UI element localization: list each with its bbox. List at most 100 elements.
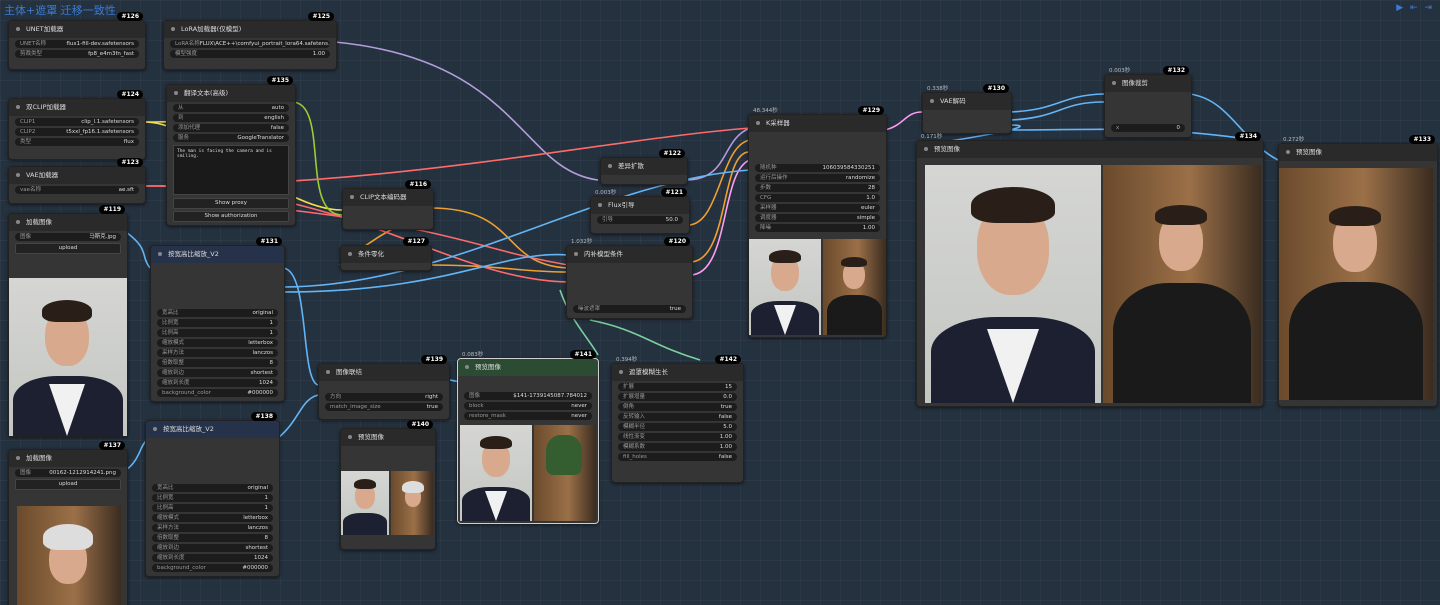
widget-denoise[interactable]: 降噪 1.00 — [755, 224, 880, 232]
widget-bg-color[interactable]: background_color #000000 — [152, 564, 273, 572]
collapse-dot-icon[interactable] — [1112, 81, 1116, 85]
widget-scale-side[interactable]: 缩放到边 shortest — [152, 544, 273, 552]
widget-method[interactable]: 采样方法 lanczos — [157, 349, 278, 357]
widget-aspect[interactable]: 宽高比 original — [157, 309, 278, 317]
node-mask-grow-blur[interactable]: 0.394秒 #142 遮罩模糊生长 扩展 15 扩展增量 0.0 倒角 true 反… — [611, 355, 744, 483]
collapse-dot-icon[interactable] — [1286, 150, 1290, 154]
widget-guidance[interactable]: 引导 50.0 — [597, 216, 683, 224]
collapse-dot-icon[interactable] — [348, 252, 352, 256]
widget-x[interactable]: x0 — [1111, 124, 1185, 132]
widget-ratio-w[interactable]: 比例宽 1 — [157, 319, 278, 327]
widget-weight-dtype[interactable]: 剪裁类型 fp8_e4m3fn_fast — [15, 50, 139, 58]
node-preview-image-140[interactable]: #140 预览图像 — [340, 420, 436, 550]
widget-scale-length[interactable]: 缩放到长度 1024 — [152, 554, 273, 562]
node-load-image-subject[interactable]: #119 加载图像 图像 马斯克.jpg upload — [8, 205, 128, 437]
widget-control-after[interactable]: 运行后操作 randomize — [755, 174, 880, 182]
show-proxy-button[interactable]: Show proxy — [173, 198, 289, 209]
node-inpaint-model-conditioning[interactable]: 1.032秒 #120 内补模型条件 噪波遮罩 true — [566, 237, 693, 319]
collapse-dot-icon[interactable] — [619, 370, 623, 374]
widget-image[interactable]: 图像 马斯克.jpg — [15, 233, 121, 241]
widget-unet-name[interactable]: UNET名称 flux1-fill-dev.safetensors — [15, 40, 139, 48]
collapse-dot-icon[interactable] — [574, 252, 578, 256]
widget-clip1[interactable]: CLIP1 clip_l.1.safetensors — [15, 118, 139, 126]
widget-ratio-h[interactable]: 比例高 1 — [157, 329, 278, 337]
widget-blur-radius[interactable]: 模糊半径 5.0 — [618, 423, 737, 431]
widget-scheduler[interactable]: 调度器 simple — [755, 214, 880, 222]
widget-strength[interactable]: 模型强度 1.00 — [170, 50, 330, 58]
workflow-canvas[interactable]: 主体+遮罩 迁移一致性 ▶ ⇤ ⇥ #126 UNET加载器 UNET名称 fl… — [0, 0, 1440, 605]
collapse-dot-icon[interactable] — [465, 365, 469, 369]
widget-expand-increment[interactable]: 扩展增量 0.0 — [618, 393, 737, 401]
collapse-dot-icon[interactable] — [171, 27, 175, 31]
node-image-crop[interactable]: 0.003秒 #132 图像裁剪 x0 — [1104, 66, 1192, 138]
widget-scale-mode[interactable]: 缩放模式 letterbox — [157, 339, 278, 347]
widget-scale-side[interactable]: 缩放到边 shortest — [157, 369, 278, 377]
collapse-dot-icon[interactable] — [16, 27, 20, 31]
node-preview-image-133[interactable]: 0.272秒 #133 预览图像 — [1278, 135, 1438, 407]
widget-from[interactable]: 从 auto — [173, 104, 289, 112]
widget-expand[interactable]: 扩展 15 — [618, 383, 737, 391]
node-scale-by-aspect-138[interactable]: #138 按宽高比缩放_V2 宽高比 original 比例宽 1 比例高 1 缩放模… — [145, 412, 280, 577]
collapse-dot-icon[interactable] — [930, 99, 934, 103]
show-authorization-button[interactable]: Show authorization — [173, 211, 289, 222]
collapse-dot-icon[interactable] — [326, 370, 330, 374]
widget-sampler[interactable]: 采样器 euler — [755, 204, 880, 212]
widget-method[interactable]: 采样方法 lanczos — [152, 524, 273, 532]
widget-tapered[interactable]: 倒角 true — [618, 403, 737, 411]
widget-decay[interactable]: 模糊系数 1.00 — [618, 443, 737, 451]
queue-controls-icon[interactable]: ▶ ⇤ ⇥ — [1396, 3, 1434, 13]
node-unet-loader[interactable]: #126 UNET加载器 UNET名称 flux1-fill-dev.safete… — [8, 12, 146, 70]
node-image-concat[interactable]: #139 图像联结 方向 right match_image_size true — [318, 355, 450, 420]
collapse-dot-icon[interactable] — [598, 203, 602, 207]
prompt-textarea[interactable]: The man is facing the camera and is smil… — [173, 145, 289, 195]
upload-button[interactable]: upload — [15, 479, 121, 490]
widget-vae-name[interactable]: vae名称 ae.sft — [15, 186, 139, 194]
collapse-dot-icon[interactable] — [174, 91, 178, 95]
node-dual-clip-loader[interactable]: #124 双CLIP加载器 CLIP1 clip_l.1.safetensors … — [8, 90, 146, 160]
node-ksampler[interactable]: 48.344秒 #129 K采样器 随机种 106039584330251 运行后… — [748, 106, 887, 338]
node-flux-guidance[interactable]: 0.003秒 #121 Flux引导 引导 50.0 — [590, 188, 690, 234]
widget-round[interactable]: 倍数取整 8 — [157, 359, 278, 367]
widget-bg-color[interactable]: background_color #000000 — [157, 389, 278, 397]
widget-steps[interactable]: 步数 28 — [755, 184, 880, 192]
widget-round[interactable]: 倍数取整 8 — [152, 534, 273, 542]
widget-add-proxy[interactable]: 添加代理 false — [173, 124, 289, 132]
node-vae-decode[interactable]: 0.338秒 #130 VAE解码 — [922, 84, 1012, 134]
node-load-image-scene[interactable]: #137 加载图像 图像 00162-1212914241.png upload — [8, 441, 128, 605]
node-conditioning-zero[interactable]: #127 条件零化 — [340, 237, 432, 271]
upload-button[interactable]: upload — [15, 243, 121, 254]
widget-image[interactable]: 图像 $141-1739145087.784012 — [464, 392, 592, 400]
widget-invert[interactable]: 反转输入 false — [618, 413, 737, 421]
widget-type[interactable]: 类型 flux — [15, 138, 139, 146]
collapse-dot-icon[interactable] — [756, 121, 760, 125]
widget-ratio-h[interactable]: 比例高 1 — [152, 504, 273, 512]
widget-image[interactable]: 图像 00162-1212914241.png — [15, 469, 121, 477]
widget-restore-mask[interactable]: restore_mask never — [464, 412, 592, 420]
node-preview-bridge-141[interactable]: 0.083秒 #141 预览图像 图像 $141-1739145087.78401… — [457, 350, 599, 524]
widget-seed[interactable]: 随机种 106039584330251 — [755, 164, 880, 172]
collapse-dot-icon[interactable] — [16, 173, 20, 177]
collapse-dot-icon[interactable] — [348, 435, 352, 439]
widget-clip2[interactable]: CLIP2 t5xxl_fp16.1.safetensors — [15, 128, 139, 136]
widget-lerp[interactable]: 线性渐变 1.00 — [618, 433, 737, 441]
widget-ratio-w[interactable]: 比例宽 1 — [152, 494, 273, 502]
widget-scale-length[interactable]: 缩放到长度 1024 — [157, 379, 278, 387]
collapse-dot-icon[interactable] — [153, 427, 157, 431]
node-scale-by-aspect-131[interactable]: #131 按宽高比缩放_V2 宽高比 original 比例宽 1 比例高 1 缩放模… — [150, 237, 285, 402]
collapse-dot-icon[interactable] — [608, 164, 612, 168]
widget-to[interactable]: 到 english — [173, 114, 289, 122]
node-vae-loader[interactable]: #123 VAE加载器 vae名称 ae.sft — [8, 158, 146, 204]
node-lora-loader[interactable]: #125 LoRA加载器(仅模型) LoRA名称 FLUX\ACE++\comfy… — [163, 12, 337, 70]
widget-noise-mask[interactable]: 噪波遮罩 true — [573, 305, 686, 313]
node-differential-diffusion[interactable]: #122 差异扩散 — [600, 149, 688, 185]
widget-service[interactable]: 服务 GoogleTranslator — [173, 134, 289, 142]
collapse-dot-icon[interactable] — [924, 147, 928, 151]
collapse-dot-icon[interactable] — [16, 105, 20, 109]
widget-scale-mode[interactable]: 缩放模式 letterbox — [152, 514, 273, 522]
node-translate-text[interactable]: #135 翻译文本(高级) 从 auto 到 english 添加代理 false 服… — [166, 76, 296, 226]
widget-cfg[interactable]: CFG 1.0 — [755, 194, 880, 202]
collapse-dot-icon[interactable] — [158, 252, 162, 256]
widget-direction[interactable]: 方向 right — [325, 393, 443, 401]
widget-aspect[interactable]: 宽高比 original — [152, 484, 273, 492]
node-preview-image-134[interactable]: 0.171秒 #134 预览图像 — [916, 132, 1264, 407]
